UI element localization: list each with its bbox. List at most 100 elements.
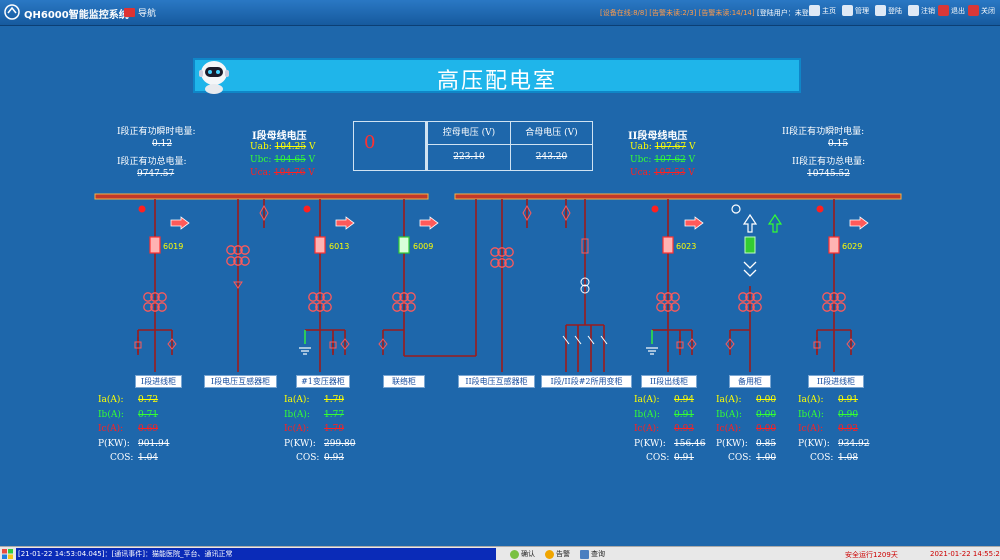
cabinet-9-cos-label: COS: [810, 453, 834, 463]
feeder-3-breaker[interactable] [314, 236, 326, 254]
spare-down-arrow-icon [743, 261, 757, 269]
cabinet-3-ic-value: 1.79 [324, 424, 345, 434]
cabinet-3-ia-value: 1.79 [324, 395, 345, 405]
alarm-button[interactable]: 告警 [545, 549, 570, 559]
cabinet-3-ib-label: Ib(A): [284, 409, 310, 420]
cabinet-3-cos-value: 0.93 [324, 453, 345, 463]
cabinet-1-label[interactable]: I段进线柜 [135, 375, 182, 388]
cabinet-9-id: 6029 [842, 242, 863, 251]
cabinet-7-cos-value: 0.91 [674, 453, 695, 463]
cabinet-3-label[interactable]: #1变压器柜 [296, 375, 350, 388]
cabinet-9-ia-value: 0.91 [838, 395, 859, 405]
pt1 [237, 199, 265, 372]
cabinet-7-id: 6023 [676, 242, 697, 251]
confirm-icon [510, 549, 519, 559]
confirm-label: 确认 [521, 550, 535, 558]
query-label: 查询 [591, 550, 605, 558]
cabinet-3-ib-value: 1.77 [324, 409, 345, 420]
cabinet-8-p-value: 0.85 [756, 438, 777, 449]
cabinet-3-p-label: P(KW): [284, 438, 316, 449]
cabinet-5-label[interactable]: II段电压互感器柜 [458, 375, 535, 388]
cabinet-1-ic-value: 0.69 [138, 424, 159, 434]
cabinet-1-id: 6019 [163, 242, 184, 251]
windows-start-icon[interactable] [1, 548, 14, 560]
cabinet-7-ia-label: Ia(A): [634, 395, 660, 405]
feeder-7-ground-icon [645, 347, 659, 355]
cabinet-8-ib-value: 0.00 [756, 409, 777, 420]
cabinet-1-ib-value: 0.71 [138, 409, 159, 420]
cabinet-8-ic-label: Ic(A): [716, 424, 742, 434]
feeder-7-breaker[interactable] [662, 236, 674, 254]
cabinet-3-p-value: 299.80 [324, 438, 356, 449]
spare-breaker[interactable] [744, 236, 756, 254]
cabinet-2-label[interactable]: I段电压互感器柜 [204, 375, 277, 388]
cabinet-1-ic-label: Ic(A): [98, 424, 124, 434]
cabinet-1-ia-label: Ia(A): [98, 395, 124, 405]
feeder-3-status-light [303, 205, 311, 213]
station-switches-icon [562, 335, 608, 345]
cabinet-9-label[interactable]: II段进线柜 [808, 375, 864, 388]
spare-up-arrow-icon [742, 213, 758, 233]
cabinet-3-id: 6013 [329, 242, 350, 251]
cabinet-9-cos-value: 1.08 [838, 453, 859, 463]
status-bar: [21-01-22 14:53:04.045]：[通讯事件]：猫能医院_平台、通… [0, 546, 1000, 560]
feeder-1-breaker[interactable] [149, 236, 161, 254]
cabinet-8-label[interactable]: 备用柜 [729, 375, 771, 388]
feeder-9-breaker[interactable] [828, 236, 840, 254]
cabinet-7-label[interactable]: II段出线柜 [641, 375, 697, 388]
cabinet-8-ib-label: Ib(A): [716, 409, 742, 420]
cabinet-8-p-label: P(KW): [716, 438, 748, 449]
cabinet-7-ib-label: Ib(A): [634, 409, 660, 420]
cabinet-7-cos-label: COS: [646, 453, 670, 463]
pt2 [501, 199, 528, 372]
event-message: [21-01-22 14:53:04.045]：[通讯事件]：猫能医院_平台、通… [16, 548, 496, 560]
confirm-button[interactable]: 确认 [510, 549, 535, 559]
cabinet-9-p-label: P(KW): [798, 438, 830, 449]
feeder-1-fuse-icon [134, 336, 142, 354]
cabinet-8-ic-value: 0.00 [756, 424, 777, 434]
cabinet-9-ib-value: 0.90 [838, 409, 859, 420]
spare-green-arrow-icon [767, 213, 783, 233]
cabinet-3-ic-label: Ic(A): [284, 424, 310, 434]
feeder-7-fuse-icon [676, 336, 684, 354]
feeder-7-status-light [651, 205, 659, 213]
cabinet-3-ia-label: Ia(A): [284, 395, 310, 405]
feeder-3-arrow-icon [335, 216, 355, 230]
cabinet-9-ic-label: Ic(A): [798, 424, 824, 434]
feeder-9-fuse-icon [813, 336, 821, 354]
feeder-1-arrow-icon [170, 216, 190, 230]
cabinet-8-ia-label: Ia(A): [716, 395, 742, 405]
current-datetime: 2021-01-22 14:55:28 [930, 550, 1000, 558]
feeder-1 [137, 199, 173, 372]
spare-down-arrow2-icon [743, 269, 757, 277]
feeder-9 [816, 199, 852, 372]
bus1-busbar [94, 193, 429, 200]
feeder-3-ground-icon [298, 347, 312, 355]
cabinet-7-p-value: 156.46 [674, 438, 706, 449]
single-line-diagram [94, 193, 902, 372]
feeder-1-status-light [138, 205, 146, 213]
cabinet-8-ia-value: 0.00 [756, 395, 777, 405]
alarm-label: 告警 [556, 550, 570, 558]
cabinet-4-label[interactable]: 联络柜 [383, 375, 425, 388]
query-button[interactable]: 查询 [580, 549, 605, 559]
cabinet-7-ib-value: 0.91 [674, 409, 695, 420]
feeder-9-arrow-icon [849, 216, 869, 230]
cabinet-9-p-value: 934.92 [838, 438, 870, 449]
cabinet-1-p-value: 901.94 [138, 438, 170, 449]
cabinet-9-ia-label: Ia(A): [798, 395, 824, 405]
feeder-9-status-light [816, 205, 824, 213]
cabinet-6-label[interactable]: I段/II段#2所用变柜 [541, 375, 632, 388]
cabinet-3-cos-label: COS: [296, 453, 320, 463]
query-icon [580, 549, 589, 559]
cabinet-9-ib-label: Ib(A): [798, 409, 824, 420]
cabinet-1-p-label: P(KW): [98, 438, 130, 449]
cabinet-7-p-label: P(KW): [634, 438, 666, 449]
spare-indicator-icon [731, 204, 741, 214]
cabinet-7-ic-label: Ic(A): [634, 424, 660, 434]
cabinet-7-ia-value: 0.94 [674, 395, 695, 405]
tie-breaker[interactable] [398, 236, 410, 254]
bus2-busbar [454, 193, 902, 200]
safe-runtime: 安全运行1209天 [845, 551, 898, 559]
cabinet-7-ic-value: 0.93 [674, 424, 695, 434]
